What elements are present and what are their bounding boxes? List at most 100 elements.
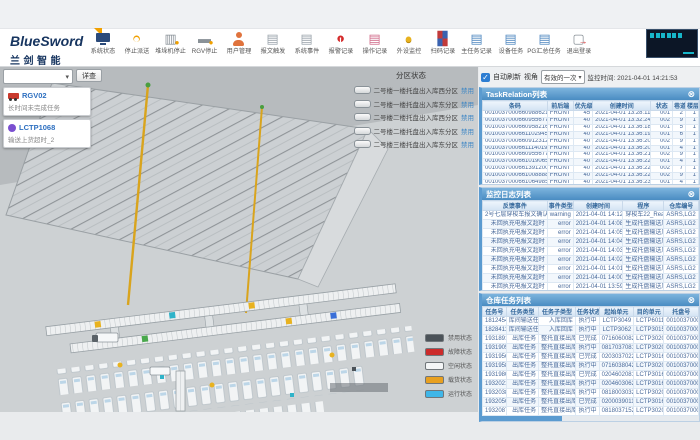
legend-label: 空闲状态 xyxy=(448,361,472,370)
toolbar-item-user-management[interactable]: 用户管理 xyxy=(222,31,255,57)
table-row[interactable]: 00100370006610649851FRONT402021-04-01 13… xyxy=(483,180,699,185)
panel-event-log-header[interactable]: 监控日志列表 xyxy=(482,188,699,200)
panel-close-icon[interactable] xyxy=(687,90,695,99)
table-row[interactable]: 1932021出库任务整托直接出库执行中0204603062LCTP301600… xyxy=(483,380,699,389)
toolbar-item-stop-dispatch[interactable]: 停止派送 xyxy=(120,31,153,57)
table-row[interactable]: 00100370006610190659FRONT402021-04-01 13… xyxy=(483,159,699,166)
toolbar-item-pg-summary-tasks[interactable]: PG汇总任务 xyxy=(528,31,561,57)
panel-task-relation-header[interactable]: TaskRelation列表 xyxy=(482,88,699,100)
table-row[interactable]: 00100370006609556770FRONT402021-04-01 13… xyxy=(483,117,699,124)
column-header[interactable]: 任务子类型 xyxy=(539,307,576,317)
table-row[interactable]: 00100370006611140190FRONT402021-04-01 13… xyxy=(483,145,699,152)
table-cell: 40 xyxy=(573,138,592,145)
table-cell: 0200039011 xyxy=(599,398,634,407)
auto-refresh-checkbox[interactable] xyxy=(481,73,490,82)
table-row[interactable]: 00100370006609556776FRONT402021-04-01 13… xyxy=(483,152,699,159)
horizontal-scrollbar[interactable] xyxy=(482,416,699,421)
table-row[interactable]: 未回执充电报文超时error2021-04-01 14:03:56生成托盘输送库… xyxy=(483,247,699,256)
zone-checkbox[interactable] xyxy=(354,86,371,94)
toolbar-item-message-trigger[interactable]: 报文触发 xyxy=(256,31,289,57)
zone-disable-link[interactable]: 禁用 xyxy=(461,126,474,136)
zone-checkbox[interactable] xyxy=(354,100,371,108)
panel-warehouse-tasks-header[interactable]: 仓库任务列表 xyxy=(482,294,699,306)
toolbar-item-logout[interactable]: 退出登录 xyxy=(562,31,595,57)
table-row[interactable]: 1828411库间输送任务入库回库执行中LCTP3062LCTP30150010… xyxy=(483,326,699,335)
column-header[interactable]: 反馈事件 xyxy=(483,201,548,211)
toolbar-item-alarm-records[interactable]: 报警记录 xyxy=(324,31,357,57)
toolbar-item-main-task-records[interactable]: 主任务记录 xyxy=(460,31,493,57)
column-header[interactable]: 前后端 xyxy=(547,101,573,111)
device-search-select[interactable] xyxy=(3,69,73,84)
table-row[interactable]: 1932050出库任务整托直接出库已完成0200039011LCTP301600… xyxy=(483,398,699,407)
column-header[interactable]: 起始单元 xyxy=(599,307,634,317)
column-header[interactable]: 程序 xyxy=(623,201,664,211)
table-row[interactable]: 未回执充电报文超时error2021-04-01 13:59:54生成托盘输送库… xyxy=(483,283,699,292)
table-cell: 生成托盘输送库任务模块 xyxy=(623,238,664,247)
column-header[interactable]: 托盘号 xyxy=(664,307,699,317)
zone-disable-link[interactable]: 禁用 xyxy=(461,112,474,122)
table-row[interactable]: 1931891出库任务整托直接出库已完成0716060082LCTP302000… xyxy=(483,335,699,344)
table-row[interactable]: 未回执充电报文超时error2021-04-01 14:08:57生成托盘输送库… xyxy=(483,220,699,229)
table-row[interactable]: 未回执充电报文超时error2021-04-01 14:00:54生成托盘输送库… xyxy=(483,274,699,283)
column-header[interactable]: 条码 xyxy=(483,101,548,111)
column-header[interactable]: 目的单元 xyxy=(634,307,664,317)
table-row[interactable]: 未回执充电报文超时error2021-04-01 14:05:56生成托盘输送库… xyxy=(483,229,699,238)
toolbar-item-scan-records[interactable]: 扫码记录 xyxy=(426,31,459,57)
legend-label: 运行状态 xyxy=(448,389,472,398)
table-row[interactable]: 00100370006610088881FRONT402021-04-01 13… xyxy=(483,173,699,180)
panel-close-icon[interactable] xyxy=(687,190,695,199)
toolbar-item-system-events[interactable]: 系统事件 xyxy=(290,31,323,57)
table-row[interactable]: 未回执充电报文超时error2021-04-01 14:02:55生成托盘输送库… xyxy=(483,256,699,265)
table-row[interactable]: 1812454库间输送任务入库回库执行中LCTP3049LCTP60110010… xyxy=(483,317,699,326)
table-cell: 0010037000660851 xyxy=(664,398,699,407)
toolbar-item-system-status[interactable]: 系统状态 xyxy=(86,31,119,57)
column-header[interactable]: 任务号 xyxy=(483,307,507,317)
column-header[interactable]: 创建时间 xyxy=(573,201,623,211)
table-row[interactable]: 1932087出库任务整托直接出库执行中0818037152LCTP302000… xyxy=(483,407,699,416)
column-header[interactable]: 任务状态 xyxy=(575,307,599,317)
table-row[interactable]: 1931956出库任务整托直接出库已完成0203037022LCTP301600… xyxy=(483,353,699,362)
zone-disable-link[interactable]: 禁用 xyxy=(461,139,474,149)
warehouse-viewport[interactable]: 详查 RGV02长时间未完成任务LCTP1068输送上货超时_2 分区状态 二号… xyxy=(0,67,478,412)
column-header[interactable]: 创建时间 xyxy=(593,101,651,111)
pg-monitor-thumbnail[interactable] xyxy=(646,29,698,58)
column-header[interactable]: 仓库编号 xyxy=(664,201,699,211)
zone-disable-link[interactable]: 禁用 xyxy=(461,85,474,95)
zone-label: 二号楼二楼托盘出入库东分区 xyxy=(374,126,459,136)
zone-checkbox[interactable] xyxy=(354,140,371,148)
alert-card[interactable]: LCTP1068输送上货超时_2 xyxy=(3,119,91,148)
table-row[interactable]: 00100370006609123123FRONT402021-04-01 13… xyxy=(483,138,699,145)
table-cell: FRONT xyxy=(547,131,573,138)
column-header[interactable]: 任务类型 xyxy=(506,307,538,317)
table-row[interactable]: 1931980出库任务整托直接出库已完成0204602081LCTP301600… xyxy=(483,371,699,380)
table-row[interactable]: 2号七层穿梭车报文确认失败,无法转运warning2021-04-01 14:1… xyxy=(483,211,699,220)
column-header[interactable]: 事件类型 xyxy=(547,201,573,211)
table-row[interactable]: 00100370006613912005FRONT402021-04-01 13… xyxy=(483,166,699,173)
column-header[interactable]: 优先级 xyxy=(573,101,592,111)
table-row[interactable]: 未回执充电报文超时error2021-04-01 14:04:56生成托盘输送库… xyxy=(483,238,699,247)
toolbar-item-rgv-stop[interactable]: RGV停止 xyxy=(188,31,221,57)
panel-close-icon[interactable] xyxy=(687,296,695,305)
table-row[interactable]: 00100370006611029457FRONT402021-04-01 13… xyxy=(483,131,699,138)
alert-card[interactable]: RGV02长时间未完成任务 xyxy=(3,87,91,116)
detail-button[interactable]: 详查 xyxy=(76,69,102,82)
zone-disable-link[interactable]: 禁用 xyxy=(461,99,474,109)
table-row[interactable]: 1931905出库任务整托直接出库执行中0817037081LCTP302000… xyxy=(483,344,699,353)
zone-checkbox[interactable] xyxy=(354,113,371,121)
table-row[interactable]: 1932038出库任务整托直接出库执行中0818003032LCTP302000… xyxy=(483,389,699,398)
zone-row: 二号楼一楼托盘出入库西分区禁用 xyxy=(348,85,474,95)
toolbar-item-device-tasks[interactable]: 设备任务 xyxy=(494,31,527,57)
toolbar-item-stacker-stop[interactable]: 堆垛机停止 xyxy=(154,31,187,57)
table-row[interactable]: 1931958出库任务整托直接出库执行中0716038042LCTP302000… xyxy=(483,362,699,371)
zone-checkbox[interactable] xyxy=(354,127,371,135)
column-header[interactable]: 状态 xyxy=(651,101,673,111)
table-row[interactable]: 00100370006609582162FRONT402021-04-01 13… xyxy=(483,124,699,131)
toolbar-item-operation-records[interactable]: 操作记录 xyxy=(358,31,391,57)
table-row[interactable]: 00100370006609886219FRONT452021-04-01 13… xyxy=(483,111,699,118)
toolbar-item-peripheral-monitor[interactable]: 外设监控 xyxy=(392,31,425,57)
horizontal-scrollbar-thumb[interactable] xyxy=(482,416,562,421)
column-header[interactable]: 巷道 xyxy=(673,101,686,111)
table-row[interactable]: 未回执充电报文超时error2021-04-01 14:01:55生成托盘输送库… xyxy=(483,265,699,274)
column-header[interactable]: 楼层 xyxy=(686,101,699,111)
view-mode-select[interactable]: 有效的一次 xyxy=(541,70,585,84)
